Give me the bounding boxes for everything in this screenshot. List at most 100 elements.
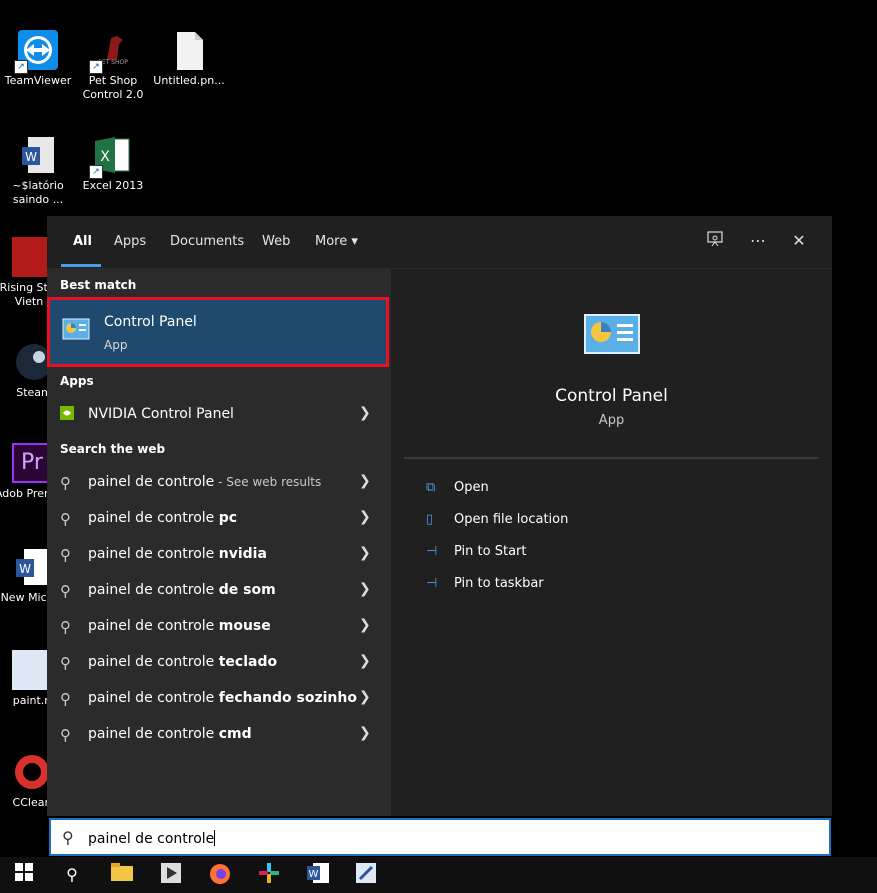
web-result-bold: cmd (218, 726, 252, 742)
search-icon: ⚲ (60, 510, 71, 528)
best-match-title: Control Panel (104, 314, 197, 330)
desktop-icon-label: Excel 2013 (82, 179, 144, 192)
web-result-base: painel de controle (88, 582, 219, 598)
search-icon: ⚲ (60, 654, 71, 672)
media-player-icon[interactable] (159, 863, 183, 887)
chevron-right-icon[interactable]: ❯ (359, 689, 371, 705)
ccleaner-icon (12, 752, 52, 792)
web-result-label: painel de controle fechando sozinho (88, 690, 357, 706)
web-result-row[interactable]: ⚲ painel de controle cmd ❯ (47, 717, 391, 753)
game-icon (12, 237, 52, 277)
svg-text:W: W (19, 562, 31, 576)
more-options-icon[interactable]: ⋯ (747, 230, 769, 252)
search-icon: ⚲ (60, 582, 71, 600)
best-match-subtitle: App (104, 338, 128, 352)
action-open[interactable]: ⧉ Open (426, 480, 489, 495)
search-icon: ⚲ (60, 546, 71, 564)
paint-icon[interactable] (354, 863, 378, 887)
word-icon[interactable]: W (306, 863, 330, 887)
desktop-icon-teamviewer[interactable]: ↗ TeamViewer (0, 30, 78, 88)
chevron-right-icon[interactable]: ❯ (359, 725, 371, 741)
chevron-right-icon[interactable]: ❯ (359, 653, 371, 669)
best-match-control-panel[interactable]: Control Panel App (47, 297, 389, 367)
desktop-icon-untitled[interactable]: Untitled.pn... (149, 30, 229, 88)
search-box[interactable]: ⚲ painel de controle (49, 818, 831, 856)
detail-subtitle: App (598, 413, 625, 428)
web-result-row[interactable]: ⚲ painel de controle - See web results ❯ (47, 465, 391, 501)
chevron-down-icon: ▾ (351, 234, 358, 249)
start-search-panel: All Apps Documents Web More ▾ ⋯ ✕ Best m… (47, 216, 832, 816)
tab-documents[interactable]: Documents (170, 234, 244, 249)
close-icon[interactable]: ✕ (788, 230, 810, 252)
desktop-icon-word-doc[interactable]: W ~$latório saindo ... (0, 135, 78, 207)
feedback-icon[interactable] (704, 230, 726, 252)
file-location-icon: ▯ (426, 512, 434, 527)
web-result-row[interactable]: ⚲ painel de controle pc ❯ (47, 501, 391, 537)
web-result-label: painel de controle pc (88, 510, 237, 526)
windows-start-icon[interactable] (12, 863, 36, 887)
web-result-bold: de som (218, 582, 276, 598)
svg-text:W: W (309, 869, 319, 880)
svg-text:X: X (100, 149, 110, 165)
firefox-icon[interactable] (208, 863, 232, 887)
chevron-right-icon[interactable]: ❯ (359, 581, 371, 597)
web-result-bold: teclado (218, 654, 278, 670)
action-label: Open file location (454, 512, 569, 527)
web-result-label: painel de controle cmd (88, 726, 252, 742)
search-icon: ⚲ (60, 618, 71, 636)
action-pin-to-taskbar[interactable]: ⊣ Pin to taskbar (426, 576, 544, 591)
web-result-row[interactable]: ⚲ painel de controle mouse ❯ (47, 609, 391, 645)
web-result-base: painel de controle (88, 690, 219, 706)
teamviewer-icon: ↗ (14, 30, 58, 74)
search-icon: ⚲ (60, 690, 71, 708)
web-result-base: painel de controle (88, 546, 219, 562)
search-query-text: painel de controle (88, 831, 215, 847)
search-icon[interactable]: ⚲ (60, 863, 84, 887)
nvidia-icon (60, 406, 78, 424)
web-result-base: painel de controle (88, 726, 219, 742)
control-panel-icon (62, 318, 90, 340)
slack-icon[interactable] (257, 863, 281, 887)
chevron-right-icon[interactable]: ❯ (359, 617, 371, 633)
search-icon: ⚲ (60, 474, 71, 492)
web-result-suffix: - See web results (214, 475, 322, 489)
web-result-base: painel de controle (88, 510, 219, 526)
file-explorer-icon[interactable] (110, 863, 134, 887)
detail-title: Control Panel (555, 386, 668, 406)
chevron-right-icon[interactable]: ❯ (359, 509, 371, 525)
tab-apps[interactable]: Apps (114, 234, 146, 249)
action-label: Open (454, 480, 489, 495)
web-result-label: painel de controle teclado (88, 654, 277, 670)
web-result-row[interactable]: ⚲ painel de controle de som ❯ (47, 573, 391, 609)
web-result-row[interactable]: ⚲ painel de controle fechando sozinho ❯ (47, 681, 391, 717)
pin-icon: ⊣ (426, 576, 438, 591)
shortcut-arrow-icon: ↗ (89, 60, 103, 74)
tab-web[interactable]: Web (262, 234, 290, 249)
tab-more[interactable]: More ▾ (315, 234, 358, 249)
web-result-row[interactable]: ⚲ painel de controle nvidia ❯ (47, 537, 391, 573)
web-result-row[interactable]: ⚲ painel de controle teclado ❯ (47, 645, 391, 681)
web-result-base: painel de controle (88, 474, 215, 490)
chevron-right-icon[interactable]: ❯ (359, 473, 371, 489)
action-label: Pin to Start (454, 544, 527, 559)
action-pin-to-start[interactable]: ⊣ Pin to Start (426, 544, 526, 559)
desktop-icon-label: ~$latório saindo ... (12, 179, 64, 206)
svg-text:W: W (25, 150, 37, 164)
chevron-right-icon[interactable]: ❯ (359, 405, 371, 421)
web-result-bold: nvidia (218, 546, 267, 562)
action-label: Pin to taskbar (454, 576, 544, 591)
file-icon (169, 30, 209, 70)
chevron-right-icon[interactable]: ❯ (359, 545, 371, 561)
desktop-icon-label: Pet Shop Control 2.0 (82, 74, 144, 101)
web-result-bold: pc (218, 510, 238, 526)
search-input[interactable]: painel de controle (88, 830, 216, 847)
tab-all[interactable]: All (73, 234, 92, 249)
list-item-nvidia[interactable]: NVIDIA Control Panel ❯ (47, 397, 391, 433)
desktop-icon-excel[interactable]: X ↗ Excel 2013 (73, 135, 153, 193)
word-doc-icon: W (18, 135, 58, 175)
action-open-file-location[interactable]: ▯ Open file location (426, 512, 568, 527)
desktop-icon-petshop[interactable]: PET SHOP ↗ Pet Shop Control 2.0 (73, 30, 153, 102)
desktop-icon-label: Untitled.pn... (153, 74, 225, 87)
detail-divider (404, 457, 819, 459)
tab-active-indicator (61, 264, 101, 267)
